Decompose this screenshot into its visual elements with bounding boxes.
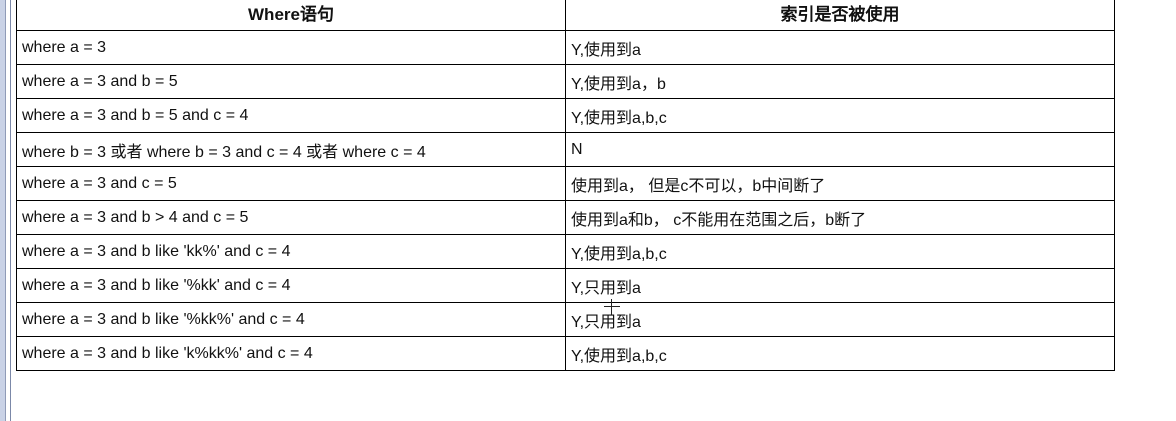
table-row: where b = 3 或者 where b = 3 and c = 4 或者 …: [16, 132, 1115, 167]
where-clause-cell: where a = 3 and c = 5: [16, 166, 566, 201]
index-used-cell: 使用到a， 但是c不可以，b中间断了: [565, 166, 1115, 201]
table-row: where a = 3 and b like '%kk%' and c = 4 …: [16, 302, 1115, 337]
index-used-cell: Y,使用到a，b: [565, 64, 1115, 99]
table-header-row: Where语句 索引是否被使用: [16, 0, 1115, 31]
index-used-cell: Y,使用到a,b,c: [565, 234, 1115, 269]
index-used-cell: Y,使用到a,b,c: [565, 336, 1115, 371]
index-used-cell: Y,只用到a: [565, 268, 1115, 303]
table-row: where a = 3 and b > 4 and c = 5 使用到a和b， …: [16, 200, 1115, 235]
table-row: where a = 3 and b like 'kk%' and c = 4 Y…: [16, 234, 1115, 269]
table-row: where a = 3 Y,使用到a: [16, 30, 1115, 65]
where-clause-cell: where b = 3 或者 where b = 3 and c = 4 或者 …: [16, 132, 566, 167]
table-row: where a = 3 and b like 'k%kk%' and c = 4…: [16, 336, 1115, 371]
table-row: where a = 3 and c = 5 使用到a， 但是c不可以，b中间断了: [16, 166, 1115, 201]
where-clause-cell: where a = 3 and b like 'k%kk%' and c = 4: [16, 336, 566, 371]
index-used-cell: N: [565, 132, 1115, 167]
where-clause-cell: where a = 3 and b = 5: [16, 64, 566, 99]
index-used-cell: Y,使用到a,b,c: [565, 98, 1115, 133]
index-usage-table-container: Where语句 索引是否被使用 where a = 3 Y,使用到a where…: [16, 0, 1115, 371]
index-used-cell: 使用到a和b， c不能用在范围之后，b断了: [565, 200, 1115, 235]
where-clause-cell: where a = 3 and b > 4 and c = 5: [16, 200, 566, 235]
table-row: where a = 3 and b = 5 and c = 4 Y,使用到a,b…: [16, 98, 1115, 133]
where-clause-cell: where a = 3 and b like 'kk%' and c = 4: [16, 234, 566, 269]
table-row: where a = 3 and b like '%kk' and c = 4 Y…: [16, 268, 1115, 303]
left-margin-line: [10, 0, 11, 421]
where-clause-cell: where a = 3 and b like '%kk' and c = 4: [16, 268, 566, 303]
index-usage-table: Where语句 索引是否被使用 where a = 3 Y,使用到a where…: [16, 0, 1115, 371]
where-clause-cell: where a = 3 and b = 5 and c = 4: [16, 98, 566, 133]
header-where-clause: Where语句: [16, 0, 566, 31]
where-clause-cell: where a = 3 and b like '%kk%' and c = 4: [16, 302, 566, 337]
index-used-cell: Y,只用到a: [565, 302, 1115, 337]
left-margin-bar: [0, 0, 6, 421]
where-clause-cell: where a = 3: [16, 30, 566, 65]
table-row: where a = 3 and b = 5 Y,使用到a，b: [16, 64, 1115, 99]
index-used-cell: Y,使用到a: [565, 30, 1115, 65]
header-index-used: 索引是否被使用: [565, 0, 1115, 31]
